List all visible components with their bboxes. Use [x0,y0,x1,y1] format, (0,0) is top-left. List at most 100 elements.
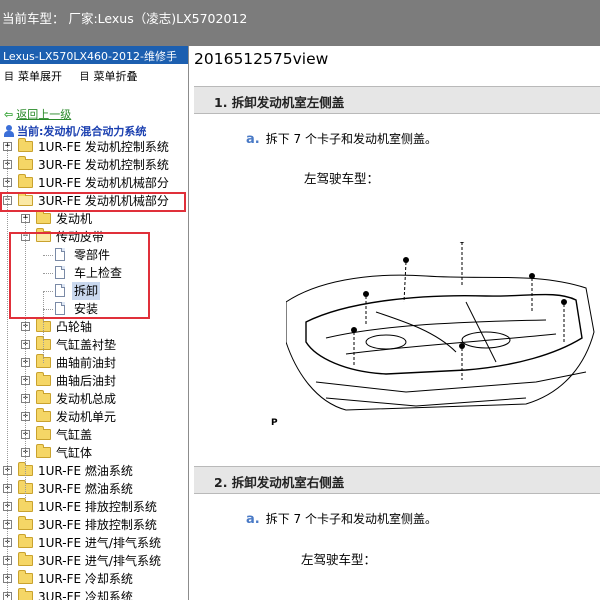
tree-guide-line [7,146,8,596]
cover-rib-3 [375,311,457,353]
tree-item[interactable]: +3UR-FE 进气/排气系统 [0,552,188,570]
manual-title-bar: Lexus-LX570LX460-2012-维修手 [0,46,188,64]
folder-icon [18,516,33,530]
lower-frame [315,371,587,393]
tree-item-label: 1UR-FE 燃油系统 [38,464,133,478]
tree-item-label: 3UR-FE 排放控制系统 [38,518,157,532]
back-link-label: 返回上一级 [16,108,72,121]
clip-icon [351,327,357,333]
tree-item-label: 气缸盖 [56,428,93,442]
side-cover-plate [305,293,583,375]
tree-item[interactable]: +3UR-FE 冷却系统 [0,588,188,600]
clip-icon [459,343,465,349]
tree-item-label: 曲轴前油封 [56,356,117,370]
clip-icon [459,242,465,243]
step-1-title: 1. 拆卸发动机室左侧盖 [214,95,345,110]
clip-icon [403,257,409,263]
tree-item-label: 1UR-FE 进气/排气系统 [38,536,161,550]
folder-icon [18,174,33,188]
folder-icon [36,426,51,440]
folder-icon [18,156,33,170]
collapse-menu-label: 菜单折叠 [93,70,138,83]
tree-item[interactable]: + 发动机总成 [0,390,188,408]
tree-item-label: 3UR-FE 冷却系统 [38,590,133,600]
menu-icon: 目 [79,72,90,83]
folder-icon [18,534,33,548]
collapse-menu-button[interactable]: 目菜单折叠 [80,70,138,83]
folder-icon [18,570,33,584]
current-vehicle-bar: 当前车型： 厂家:Lexus（凌志)LX5702012 [0,0,600,46]
step-2-note: 左驾驶车型： [301,552,377,567]
cover-rib-1 [325,319,547,339]
clip-icon [363,291,369,297]
folder-icon [36,390,51,404]
highlight-box-drive-belt [9,232,150,319]
menu-icon: 目 [4,72,14,83]
menu-actions: 目菜单展开 目菜单折叠 [0,64,188,88]
folder-icon [36,444,51,458]
step-header-2: 2. 拆卸发动机室右侧盖 [194,466,600,494]
tree-item[interactable]: + 凸轮轴 [0,318,188,336]
manual-title: Lexus-LX570LX460-2012-维修手 [3,50,177,63]
tree-item[interactable]: +3UR-FE 燃油系统 [0,480,188,498]
highlight-box-3ur-mechanical [0,192,186,212]
sidebar: Lexus-LX570LX460-2012-维修手 目菜单展开 目菜单折叠 ⇦ 返… [0,46,189,600]
substep-1a: a. 拆下 7 个卡子和发动机室侧盖。 [246,130,437,147]
clip-icon [561,299,567,305]
tree-item-label: 凸轮轴 [56,320,93,334]
tree-item[interactable]: + 气缸盖 [0,426,188,444]
tree-item[interactable]: +1UR-FE 进气/排气系统 [0,534,188,552]
tree-item[interactable]: + 发动机 [0,210,188,228]
current-vehicle-text: 当前车型： 厂家:Lexus（凌志)LX5702012 [2,11,248,26]
engine-side-cover-illustration [286,242,595,411]
tree-item-label: 发动机 [56,212,93,226]
tree-item-label: 发动机总成 [56,392,117,406]
document-id: 2016512575view [194,50,329,68]
clip-icon [529,273,535,279]
person-location-icon [4,125,14,137]
tree-item-label: 发动机单元 [56,410,117,424]
expand-menu-label: 菜单展开 [18,70,62,83]
current-path: 当前:发动机/混合动力系统 [4,123,146,139]
folder-icon [36,372,51,386]
tree-item[interactable]: +1UR-FE 冷却系统 [0,570,188,588]
tree-item-label: 1UR-FE 发动机控制系统 [38,140,169,154]
tree-item[interactable]: +3UR-FE 发动机控制系统 [0,156,188,174]
tree-item[interactable]: + 发动机单元 [0,408,188,426]
tree-item-label: 气缸体 [56,446,93,460]
cover-rib-2 [345,333,557,355]
tree-item[interactable]: +1UR-FE 发动机控制系统 [0,138,188,156]
tree-item[interactable]: +1UR-FE 排放控制系统 [0,498,188,516]
folder-icon [18,588,33,600]
step-header-1: 1. 拆卸发动机室左侧盖 [194,86,600,114]
tree-item-label: 1UR-FE 发动机机械部分 [38,176,169,190]
substep-letter: a. [246,512,260,527]
cover-hole-1 [365,334,407,350]
folder-icon [18,138,33,152]
tree-item[interactable]: +3UR-FE 排放控制系统 [0,516,188,534]
tree-item-label: 1UR-FE 冷却系统 [38,572,133,586]
step-2-title: 2. 拆卸发动机室右侧盖 [214,475,345,490]
substep-2a: a. 拆下 7 个卡子和发动机室侧盖。 [246,510,437,527]
figure-label: P [271,418,278,428]
expand-menu-button[interactable]: 目菜单展开 [4,70,62,83]
tree-item[interactable]: + 曲轴前油封 [0,354,188,372]
back-arrow-icon: ⇦ [4,108,14,121]
tree-item[interactable]: + 气缸体 [0,444,188,462]
tree-item[interactable]: +1UR-FE 发动机机械部分 [0,174,188,192]
back-link[interactable]: ⇦ 返回上一级 [4,106,71,122]
substep-text: 拆下 7 个卡子和发动机室侧盖。 [265,512,437,526]
current-path-label: 当前:发动机/混合动力系统 [17,125,147,138]
tree-item-label: 3UR-FE 发动机控制系统 [38,158,169,172]
content-pane: 2016512575view 1. 拆卸发动机室左侧盖 a. 拆下 7 个卡子和发… [190,46,600,600]
tree-item-label: 气缸盖衬垫 [56,338,117,352]
folder-icon [18,498,33,512]
substep-text: 拆下 7 个卡子和发动机室侧盖。 [265,132,437,146]
tree-item[interactable]: +1UR-FE 燃油系统 [0,462,188,480]
step-1-note: 左驾驶车型： [304,171,380,186]
tree-item[interactable]: + 气缸盖衬垫 [0,336,188,354]
folder-icon [36,210,51,224]
tree-item-label: 3UR-FE 进气/排气系统 [38,554,161,568]
clip-leader-2 [403,261,407,303]
tree-item[interactable]: + 曲轴后油封 [0,372,188,390]
